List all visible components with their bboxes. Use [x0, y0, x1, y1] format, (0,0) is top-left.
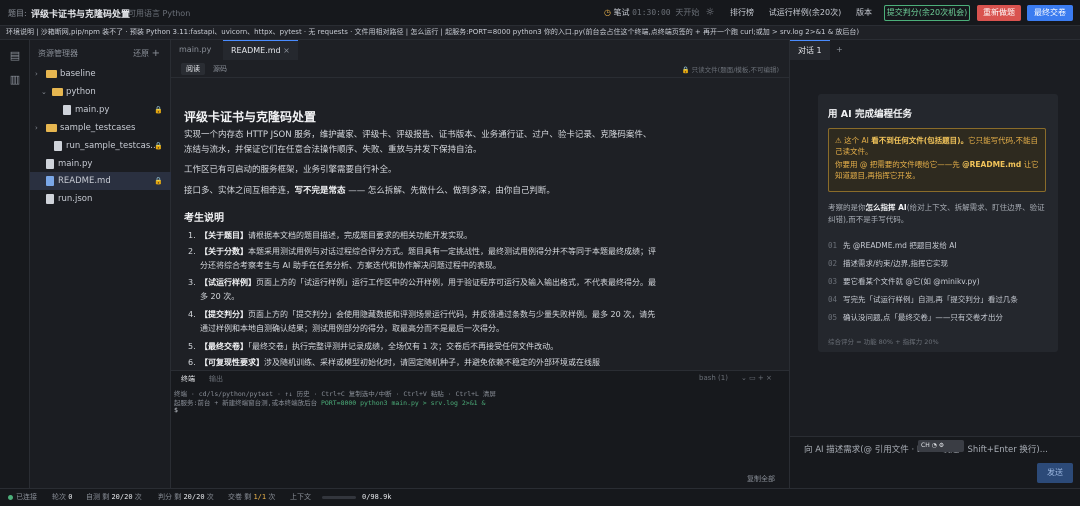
tree-file-run-sample-testcases[interactable]: run_sample_testcas... 🔒 — [30, 137, 171, 155]
folder-icon — [46, 124, 57, 132]
guide-step: 04 写完先「试运行样例」自测,再「提交判分」看过几条 — [828, 295, 1018, 304]
final-submit-button[interactable]: 最终交卷 — [1027, 5, 1073, 21]
file-icon — [46, 159, 54, 169]
submit-button[interactable]: 提交判分(余20次机会) — [884, 5, 970, 21]
tree-folder-python[interactable]: ⌄ python — [30, 83, 171, 101]
ai-guide-card: 用 AI 完成编程任务 ⚠ 这个 AI 看不到任何文件(包括题目)。它只能写代码… — [818, 94, 1058, 352]
folder-icon — [52, 88, 63, 96]
tab-output[interactable]: 输出 — [209, 374, 223, 384]
doc-paragraph-2: 工作区已有可启动的服务框架，业务引擎需要自行补全。 — [184, 165, 397, 175]
ai-panel: 对话 1 + 用 AI 完成编程任务 ⚠ 这个 AI 看不到任何文件(包括题目)… — [789, 40, 1080, 490]
terminal-prompt[interactable]: $ — [174, 406, 178, 414]
context-value: 0/98.9k — [362, 493, 392, 501]
readme-document: 评级卡证书与克隆码处置 实现一个内存态 HTTP JSON 服务，维护藏家、评级… — [184, 110, 656, 367]
context-progress-bar — [322, 496, 356, 499]
judge-counter: 判分 剩 20/20 次 — [158, 493, 214, 501]
file-icon — [46, 176, 54, 186]
terminal-panel: 终端 输出 bash (1) ⌄ ▭ + × 终端 · cd/ls/python… — [171, 370, 789, 488]
doc-paragraph-1: 实现一个内存态 HTTP JSON 服务，维护藏家、评级卡、评级报告、证书版本、… — [184, 130, 652, 155]
lock-icon: 🔒 — [154, 177, 163, 185]
chevron-down-icon: ⌄ — [41, 88, 47, 96]
context-label: 上下文 — [290, 493, 311, 501]
tree-file-main-py[interactable]: main.py — [30, 155, 171, 173]
score-formula: 综合评分 = 功能 80% + 指挥力 20% — [828, 338, 939, 346]
environment-info-bar: 环境说明 | 沙箱断网,pip/npm 装不了 · 预装 Python 3.11… — [0, 26, 1080, 40]
version-button[interactable]: 版本 — [850, 5, 878, 21]
lock-icon: 🔒 — [154, 142, 163, 150]
language-label: 可用语言 Python — [128, 9, 191, 18]
lock-icon: 🔒 — [681, 66, 690, 74]
rounds-counter: 轮次 0 — [52, 493, 73, 501]
guide-step: 02 描述需求/约束/边界,指挥它实现 — [828, 259, 948, 268]
status-bar: 已连接 轮次 0 自测 剩 20/20 次 判分 剩 20/20 次 交卷 剩 … — [0, 488, 1080, 506]
file-icon — [54, 141, 62, 151]
close-icon[interactable]: × — [283, 46, 290, 55]
problem-title: 评级卡证书与克隆码处置 — [31, 10, 131, 20]
lock-icon: 🔒 — [154, 106, 163, 114]
tree-file-baseline-main-py[interactable]: main.py 🔒 — [30, 101, 171, 119]
final-counter: 交卷 剩 1/1 次 — [228, 493, 276, 501]
new-conversation-button[interactable]: + — [828, 40, 851, 60]
file-icon — [46, 194, 54, 204]
reset-button[interactable]: 重新做题 — [977, 5, 1021, 21]
readonly-note: 🔒 只读文件(题面/模板,不可编辑) — [681, 66, 780, 74]
ai-input-area[interactable]: 向 AI 描述需求(@ 引用文件 · Enter 发送 · Shift+Ente… — [790, 436, 1080, 490]
add-icon[interactable]: + — [152, 48, 160, 59]
editor: main.py README.md × 阅读 源码 🔒 只读文件(题面/模板,不… — [171, 40, 789, 370]
tree-folder-baseline[interactable]: › baseline — [30, 65, 171, 83]
chart-icon[interactable]: ▥ — [9, 74, 21, 86]
ime-indicator: CH ◔ ⚙ — [918, 440, 964, 452]
explorer-title: 资源管理器 — [38, 49, 78, 58]
send-button[interactable]: 发送 — [1037, 463, 1073, 483]
tab-readme-md[interactable]: README.md × — [223, 40, 298, 60]
title-label: 题目: — [8, 9, 27, 18]
folder-icon — [46, 70, 57, 78]
warning-box: ⚠ 这个 AI 看不到任何文件(包括题目)。它只能写代码,不能自己读文件。 你要… — [828, 128, 1046, 192]
self-test-counter: 自测 剩 20/20 次 — [86, 493, 142, 501]
source-mode-button[interactable]: 源码 — [208, 63, 232, 75]
theme-sun-icon[interactable]: ☼ — [703, 5, 717, 21]
top-bar: 题目: 评级卡证书与克隆码处置 可用语言 Python ◷ 笔试 01:30:0… — [0, 0, 1080, 26]
file-icon — [63, 105, 71, 115]
tree-file-readme-md[interactable]: README.md 🔒 — [30, 172, 171, 190]
guide-intro: 考察的是你怎么指挥 AI(给对上下文、拆解需求、盯住边界、验证纠错),而不是手写… — [828, 203, 1045, 224]
chevron-right-icon: › — [35, 70, 38, 78]
chevron-right-icon: › — [35, 124, 38, 132]
copy-all-button[interactable]: 复制全部 — [747, 474, 775, 484]
status-dot-icon — [8, 494, 13, 500]
explorer-actions: 还原 + — [133, 48, 160, 59]
tree-file-run-json[interactable]: run.json — [30, 190, 171, 208]
split-icon[interactable]: ⌄ ▭ + × — [741, 374, 772, 382]
restore-button[interactable]: 还原 — [133, 49, 149, 58]
tab-main-py[interactable]: main.py — [171, 40, 219, 60]
tab-conversation-1[interactable]: 对话 1 — [790, 40, 830, 60]
clock-icon: ◷ — [604, 8, 614, 17]
guide-step: 03 要它看某个文件就 @它(如 @minikv.py) — [828, 277, 980, 286]
tab-terminal[interactable]: 终端 — [181, 374, 195, 384]
leaderboard-button[interactable]: 排行榜 — [724, 5, 760, 21]
timer: ◷ 笔试 01:30:00 天开始 — [604, 8, 700, 17]
file-explorer: 资源管理器 还原 + › baseline ⌄ python main.py 🔒… — [30, 40, 171, 488]
read-mode-button[interactable]: 阅读 — [181, 63, 205, 75]
editor-toolbar: 阅读 源码 🔒 只读文件(题面/模板,不可编辑) — [171, 60, 789, 78]
test-run-button[interactable]: 试运行样例(余20次) — [766, 5, 844, 21]
activity-bar: ▤ ▥ — [0, 40, 30, 488]
shell-selector[interactable]: bash (1) — [699, 374, 728, 382]
connection-status: 已连接 — [8, 489, 37, 506]
terminal-line: 起服务:前台 + 新建终端窗台测,或本终端放后台 PORT=8000 pytho… — [174, 399, 486, 407]
guide-step: 05 确认没问题,点「最终交卷」——只有交卷才出分 — [828, 313, 1003, 322]
files-icon[interactable]: ▤ — [9, 50, 21, 62]
tree-folder-sample-testcases[interactable]: › sample_testcases — [30, 119, 171, 137]
doc-title: 评级卡证书与克隆码处置 — [184, 110, 317, 124]
guide-step: 01 先 @README.md 把题目发给 AI — [828, 241, 957, 250]
doc-paragraph-3: 接口多、实体之间互相牵连，写不完是常态 —— 怎么拆解、先做什么、做到多深，由你… — [184, 186, 555, 196]
guide-title: 用 AI 完成编程任务 — [828, 109, 913, 120]
doc-section-heading: 考生说明 — [184, 213, 224, 224]
